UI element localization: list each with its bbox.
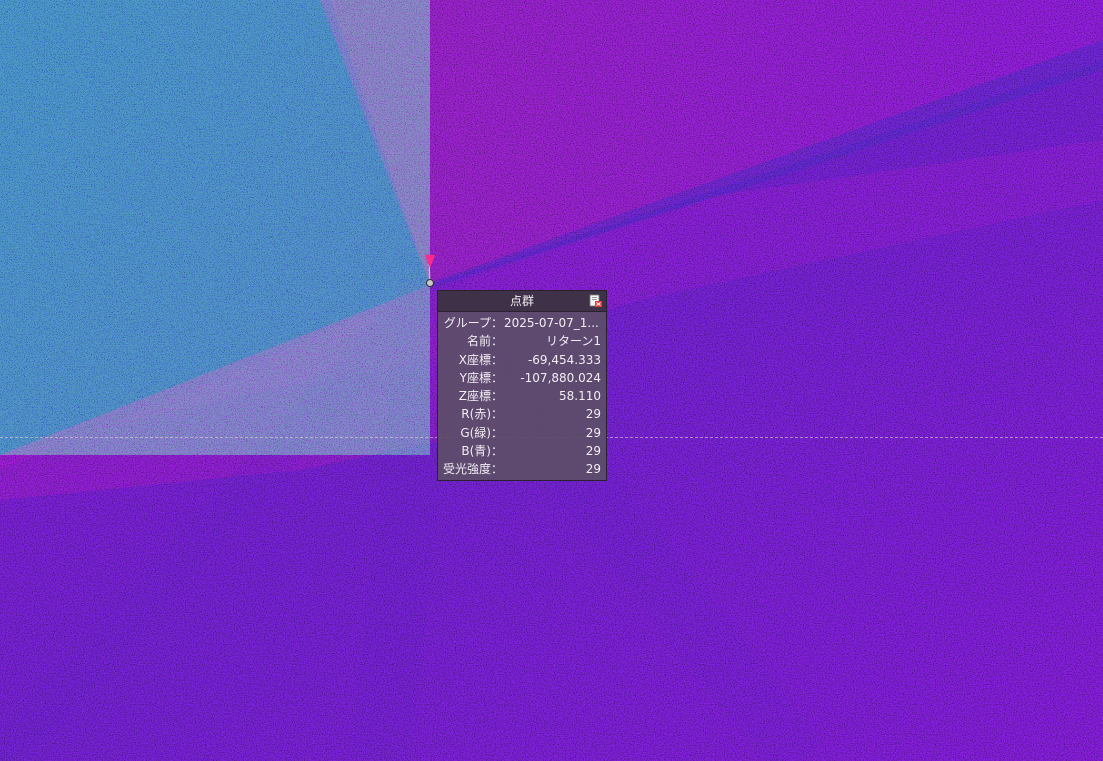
point-info-panel: 点群 グループ： 2025-07-07_1... 名前： リターン1 X座標：	[437, 290, 607, 481]
group-label: グループ：	[443, 316, 503, 330]
y-coordinate-value: -107,880.024	[520, 370, 601, 385]
intensity-label: 受光強度：	[442, 462, 503, 477]
panel-header[interactable]: 点群	[438, 291, 606, 312]
row-red: R(赤)： 29	[441, 405, 603, 423]
panel-title: 点群	[509, 294, 534, 308]
panel-body: グループ： 2025-07-07_1... 名前： リターン1 X座標： -69…	[438, 312, 606, 479]
x-coordinate-value: -69,454.333	[527, 352, 601, 367]
row-x-coordinate: X座標： -69,454.333	[441, 351, 603, 369]
row-group: グループ： 2025-07-07_1...	[441, 314, 603, 332]
group-value: 2025-07-07_1...	[504, 316, 599, 330]
pin-marker-icon[interactable]	[422, 254, 438, 288]
green-value: 29	[585, 425, 601, 440]
intensity-value: 29	[585, 462, 601, 477]
name-value: リターン1	[545, 334, 601, 349]
blue-value: 29	[585, 444, 601, 459]
red-value: 29	[585, 407, 601, 422]
row-name: 名前： リターン1	[441, 332, 603, 350]
x-coordinate-label: X座標：	[458, 352, 503, 367]
row-intensity: 受光強度： 29	[441, 460, 603, 478]
row-z-coordinate: Z座標： 58.110	[441, 387, 603, 405]
close-window-icon[interactable]	[589, 294, 603, 308]
row-y-coordinate: Y座標： -107,880.024	[441, 369, 603, 387]
z-coordinate-label: Z座標：	[458, 389, 503, 404]
name-label: 名前：	[466, 334, 503, 349]
y-coordinate-label: Y座標：	[459, 370, 503, 385]
blue-label: B(青)：	[461, 444, 503, 459]
point-cloud-viewport[interactable]: 点群 グループ： 2025-07-07_1... 名前： リターン1 X座標：	[0, 0, 1103, 761]
red-label: R(赤)：	[461, 407, 503, 422]
green-label: G(緑)：	[460, 425, 503, 440]
row-green: G(緑)： 29	[441, 424, 603, 442]
z-coordinate-value: 58.110	[559, 389, 601, 404]
row-blue: B(青)： 29	[441, 442, 603, 460]
